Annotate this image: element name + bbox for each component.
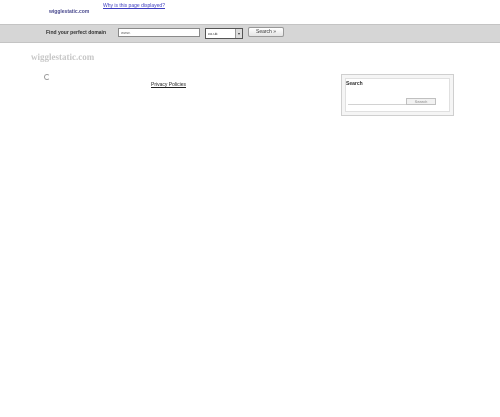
sidebar-search-box: Search Search [341,74,454,116]
sidebar-search-button[interactable]: Search [406,98,436,105]
find-domain-label: Find your perfect domain [46,30,107,36]
loading-spinner-icon [44,74,50,80]
domain-search-button[interactable]: Search » [248,27,284,37]
tld-select[interactable]: co.uk ▾ [205,28,243,39]
sidebar-search-title: Search [346,81,363,87]
sidebar-search-input[interactable] [348,99,406,105]
domain-search-input[interactable]: www. [118,28,200,37]
header-domain: wigglestatic.com [49,9,90,15]
privacy-policy-link[interactable]: Privacy Policies [151,82,186,88]
parked-info-link[interactable]: Why is this page displayed? [103,3,165,9]
site-title: wigglestatic.com [31,52,95,62]
page: wigglestatic.com Why is this page displa… [0,0,500,417]
tld-selected-value: co.uk [208,31,218,36]
domain-search-bar: Find your perfect domain www. co.uk ▾ Se… [0,24,500,43]
chevron-down-icon: ▾ [235,29,242,38]
